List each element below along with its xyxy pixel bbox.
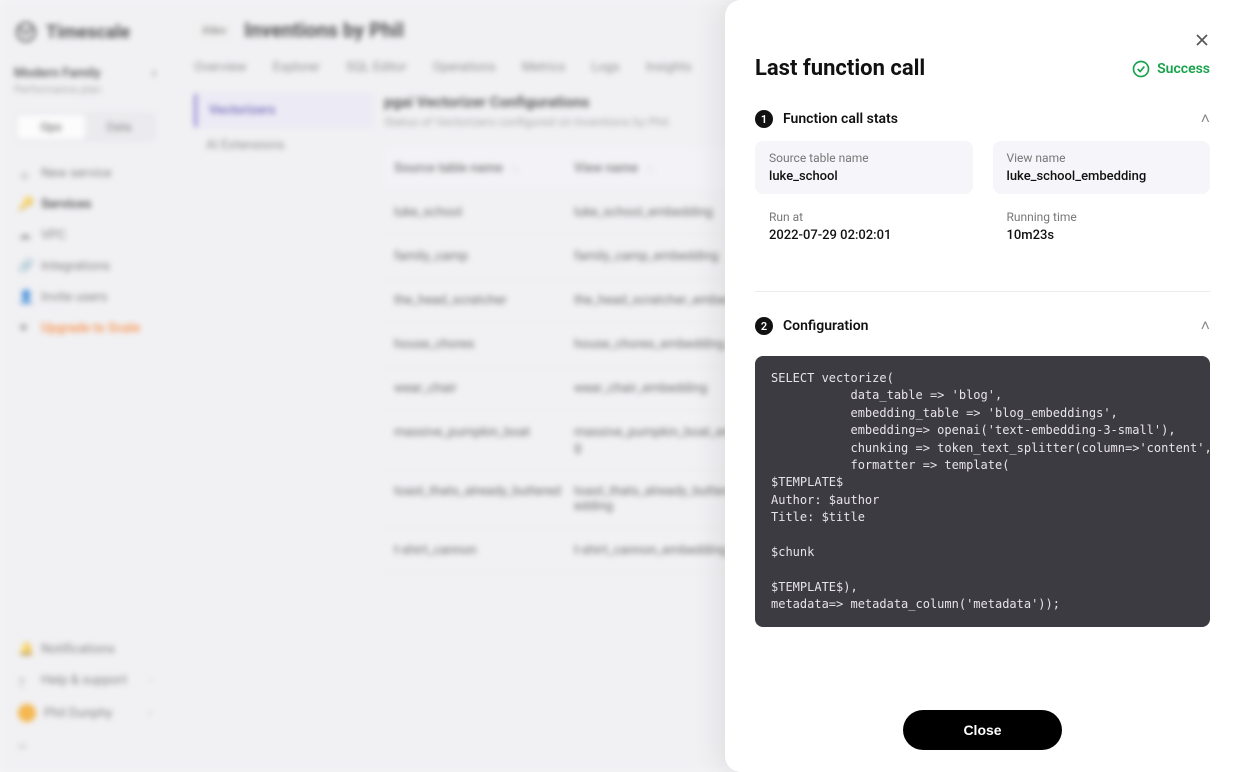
status-badge: Success (1131, 59, 1210, 79)
section-stats-header[interactable]: 1 Function call stats ˄ (755, 105, 1210, 141)
step-badge-1: 1 (755, 110, 773, 128)
section-config-header[interactable]: 2 Configuration ˄ (755, 312, 1210, 348)
stats-grid: Source table name luke_school View name … (755, 141, 1210, 253)
close-icon[interactable] (1192, 30, 1212, 54)
stat-view: View name luke_school_embedding (993, 141, 1211, 194)
config-code[interactable]: SELECT vectorize( data_table => 'blog', … (755, 356, 1210, 627)
stat-view-label: View name (1007, 151, 1197, 165)
step-badge-2: 2 (755, 317, 773, 335)
stat-runtime-label: Running time (1007, 210, 1197, 224)
side-panel: Last function call Success 1 Function ca… (725, 0, 1240, 772)
section-stats-title: Function call stats (783, 111, 898, 127)
section-config-title: Configuration (783, 318, 868, 334)
close-button[interactable]: Close (903, 710, 1061, 750)
stat-runat: Run at 2022-07-29 02:02:01 (755, 204, 973, 253)
stat-runtime: Running time 10m23s (993, 204, 1211, 253)
chevron-up-icon: ˄ (1201, 316, 1210, 336)
check-circle-icon (1131, 59, 1151, 79)
stat-view-value: luke_school_embedding (1007, 169, 1197, 184)
chevron-up-icon: ˄ (1201, 109, 1210, 129)
stat-source-label: Source table name (769, 151, 959, 165)
stat-runat-label: Run at (769, 210, 959, 224)
stat-source-value: luke_school (769, 169, 959, 184)
stat-source: Source table name luke_school (755, 141, 973, 194)
stat-runtime-value: 10m23s (1007, 228, 1197, 243)
status-label: Success (1157, 61, 1210, 77)
divider (755, 291, 1210, 292)
panel-title: Last function call (755, 56, 925, 81)
stat-runat-value: 2022-07-29 02:02:01 (769, 228, 959, 243)
